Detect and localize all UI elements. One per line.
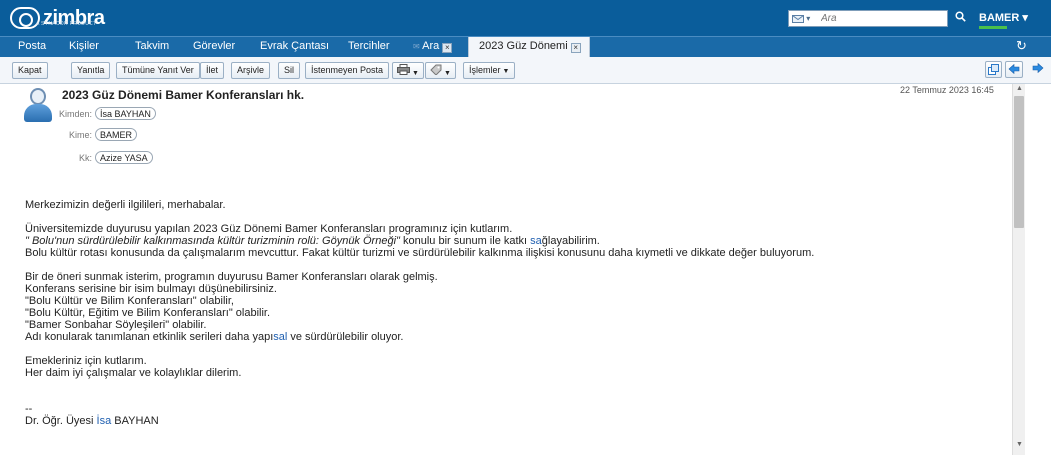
app-tab-bar: Posta Kişiler Takvim Görevler Evrak Çant…: [0, 36, 1051, 58]
body-line: " Bolu'nun sürdürülebilir kalkınmasında …: [25, 235, 1005, 247]
search-button[interactable]: [952, 10, 968, 27]
tab-ara[interactable]: ✉ Ara ×: [413, 40, 453, 53]
tab-takvim[interactable]: Takvim: [135, 40, 169, 52]
tag-button[interactable]: ▼: [425, 62, 456, 79]
scroll-down-icon[interactable]: ▼: [1015, 441, 1024, 450]
printer-icon: [397, 64, 410, 75]
body-paragraph: Üniversitemizde duyurusu yapılan 2023 Gü…: [25, 223, 1005, 259]
reply-button[interactable]: Yanıtla: [71, 62, 111, 79]
tab-ara-label: Ara: [422, 40, 440, 52]
tag-icon: [430, 64, 442, 76]
close-button[interactable]: Kapat: [12, 62, 48, 79]
message-view: 2023 Güz Dönemi Bamer Konferansları hk. …: [0, 84, 1012, 455]
message-toolbar: Kapat Yanıtla Tümüne Yanıt Ver İlet Arşi…: [0, 57, 1051, 84]
scroll-thumb[interactable]: [1014, 96, 1024, 228]
from-label: Kimden:: [58, 109, 92, 119]
body-paragraph: Emekleriniz için kutlarım. Her daim iyi …: [25, 355, 1005, 379]
body-line: Merkezimizin değerli ilgilileri, merhaba…: [25, 199, 226, 211]
search-type-arrow: ▾: [806, 14, 811, 23]
tab-gorevler[interactable]: Görevler: [193, 40, 235, 52]
actions-button[interactable]: İşlemler ▼: [463, 62, 516, 79]
message-scrollbar[interactable]: ▲ ▼: [1012, 84, 1025, 455]
tab-evrak-cantasi[interactable]: Evrak Çantası: [260, 40, 329, 52]
tab-kisiler[interactable]: Kişiler: [69, 40, 99, 52]
quota-bar: [979, 26, 1007, 29]
cc-label: Kk:: [78, 153, 92, 163]
tab-message-label: 2023 Güz Dönemi: [479, 40, 568, 52]
signature-separator: --: [25, 403, 33, 415]
previous-message-button[interactable]: [1005, 61, 1023, 78]
body-text-fragment: konulu bir sunum ile katkı: [399, 235, 531, 247]
body-line: "Bolu Kültür ve Bilim Konferansları" ola…: [25, 295, 234, 307]
reply-all-button[interactable]: Tümüne Yanıt Ver: [116, 62, 200, 79]
chevron-down-icon: ▼: [502, 68, 510, 75]
tab-message[interactable]: 2023 Güz Dönemi ×: [468, 37, 590, 58]
body-line: "Bamer Sonbahar Söyleşileri" olabilir.: [25, 319, 207, 331]
body-text-fragment: sa: [530, 235, 542, 247]
next-message-button[interactable]: [1029, 61, 1047, 78]
close-tab-icon[interactable]: ×: [442, 43, 453, 53]
spam-button[interactable]: İstenmeyen Posta: [305, 62, 390, 79]
search-tab-icon: ✉: [413, 42, 420, 51]
arrow-right-icon: [1032, 62, 1044, 74]
body-line: "Bolu Kültür, Eğitim ve Bilim Konferansl…: [25, 307, 271, 319]
body-line: Üniversitemizde duyurusu yapılan 2023 Gü…: [25, 223, 513, 235]
cc-chip[interactable]: Azize YASA: [95, 151, 153, 164]
body-text-fragment: BAYHAN: [111, 415, 159, 427]
tab-posta[interactable]: Posta: [18, 40, 46, 52]
body-line: Emekleriniz için kutlarım.: [25, 355, 147, 367]
body-line: Bir de öneri sunmak isterim, programın d…: [25, 271, 438, 283]
greeting-paragraph: Merkezimizin değerli ilgilileri, merhaba…: [25, 199, 1005, 211]
message-date: 22 Temmuz 2023 16:45: [900, 85, 994, 95]
body-text-fragment: ve sürdürülebilir oluyor.: [287, 331, 404, 343]
zimbra-logo[interactable]: zimbra: [10, 4, 105, 32]
body-line: Konferans serisine bir isim bulmayı düşü…: [25, 283, 277, 295]
to-chip[interactable]: BAMER: [95, 128, 138, 141]
message-subject: 2023 Güz Dönemi Bamer Konferansları hk.: [62, 88, 305, 102]
print-button[interactable]: ▼: [392, 62, 424, 79]
to-label: Kime:: [68, 130, 92, 140]
mail-icon: [792, 14, 804, 23]
body-line: Her daim iyi çalışmalar ve kolaylıklar d…: [25, 367, 242, 379]
search-type-select[interactable]: ▾: [792, 14, 818, 24]
archive-button[interactable]: Arşivle: [231, 62, 271, 79]
top-banner: zimbra A SYNACOR PRODUCT ▾ BAMER ▾: [0, 0, 1051, 36]
body-text-fragment: Adı konularak tanımlanan etkinlik serile…: [25, 331, 274, 343]
forward-button[interactable]: İlet: [200, 62, 225, 79]
body-line: Bolu kültür rotası konusunda da çalışmal…: [25, 247, 815, 259]
body-line: Adı konularak tanımlanan etkinlik serile…: [25, 331, 1005, 343]
talk-title: " Bolu'nun sürdürülebilir kalkınmasında …: [25, 235, 400, 247]
user-menu[interactable]: BAMER ▾: [979, 11, 1028, 24]
message-body: Merkezimizin değerli ilgilileri, merhaba…: [25, 199, 1005, 439]
brand-subtitle: A SYNACOR PRODUCT: [36, 21, 97, 27]
avatar-head: [30, 88, 46, 105]
actions-label: İşlemler: [469, 65, 501, 75]
new-window-icon: [988, 63, 999, 75]
scroll-up-icon[interactable]: ▲: [1015, 85, 1024, 94]
tab-tercihler[interactable]: Tercihler: [348, 40, 390, 52]
signature-name: Dr. Öğr. Üyesi İsa BAYHAN: [25, 415, 1005, 427]
signature: -- Dr. Öğr. Üyesi İsa BAYHAN: [25, 403, 1005, 427]
body-text-fragment: İsa: [96, 415, 112, 427]
body-text-fragment: ğlayabilirim.: [541, 235, 600, 247]
chevron-down-icon: ▼: [444, 70, 451, 77]
body-text-fragment: sal: [273, 331, 288, 343]
from-chip[interactable]: İsa BAYHAN: [95, 107, 156, 120]
refresh-icon[interactable]: ↻: [1016, 38, 1027, 54]
body-paragraph: Bir de öneri sunmak isterim, programın d…: [25, 271, 1005, 343]
close-tab-icon[interactable]: ×: [570, 43, 581, 53]
delete-button[interactable]: Sil: [278, 62, 301, 79]
search-input[interactable]: [821, 12, 933, 25]
arrow-left-icon: [1008, 63, 1020, 75]
open-new-window-button[interactable]: [985, 61, 1002, 78]
chevron-down-icon: ▼: [412, 70, 419, 77]
body-text-fragment: Dr. Öğr. Üyesi: [25, 415, 97, 427]
search-icon: [954, 11, 966, 22]
search-box: ▾: [788, 10, 948, 27]
